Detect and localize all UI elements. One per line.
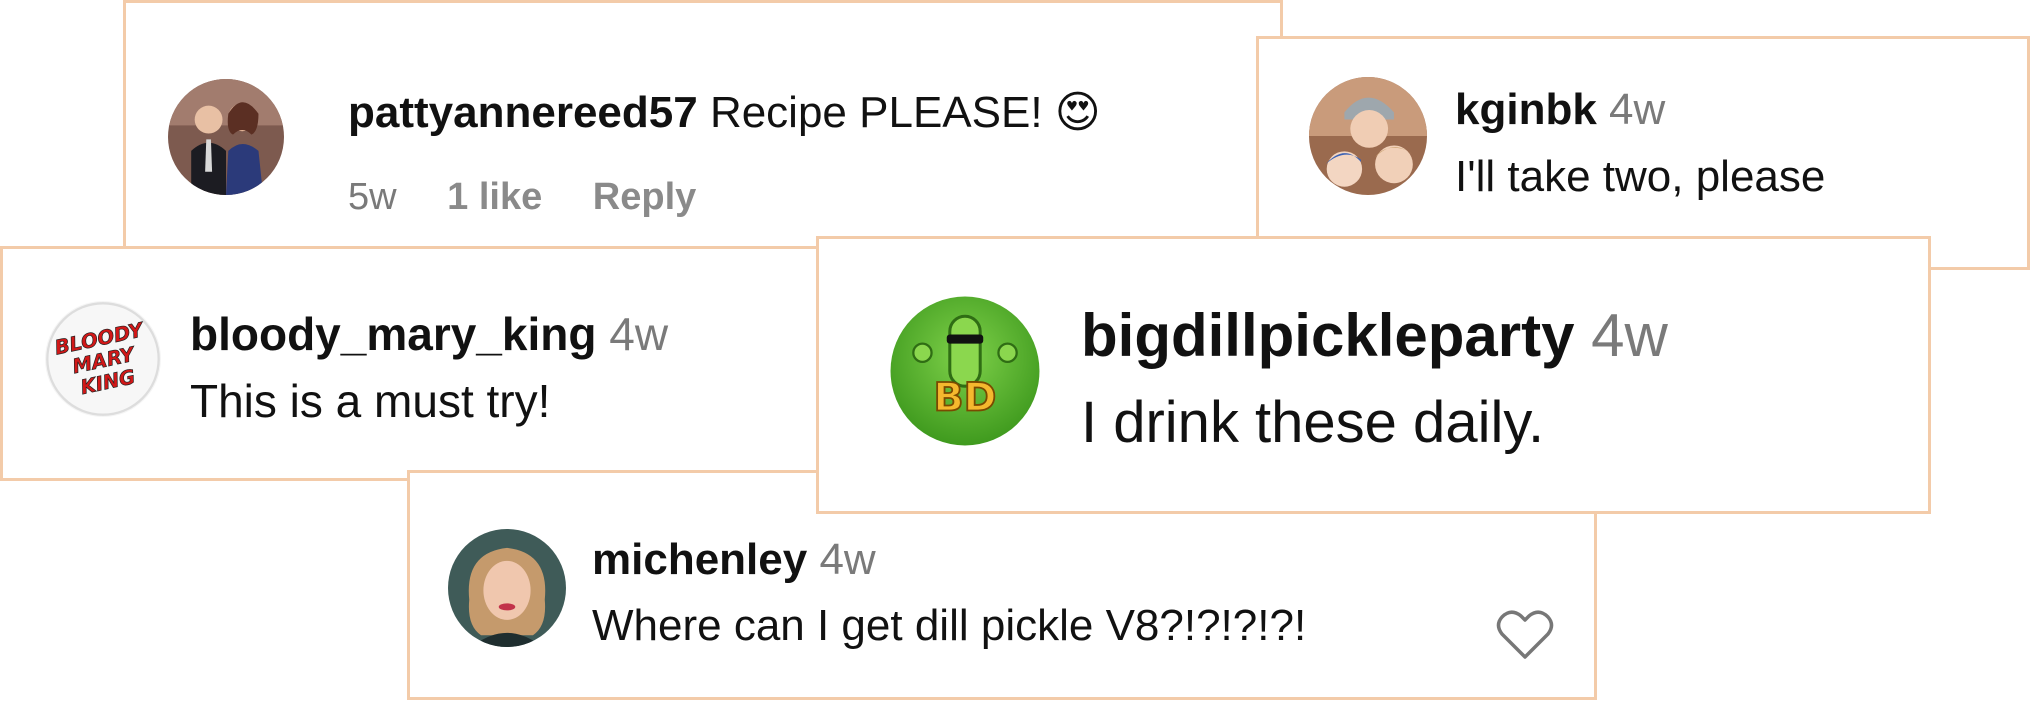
couple-photo-icon — [168, 79, 284, 195]
comment-header: michenley 4w — [592, 535, 876, 585]
heart-outline-icon[interactable] — [1496, 609, 1554, 661]
comment-line: pattyannereed57 Recipe PLEASE! 😍 — [348, 87, 1101, 138]
username[interactable]: kginbk — [1455, 85, 1597, 134]
username[interactable]: bloody_mary_king — [190, 308, 596, 360]
comment-card-kginbk: kginbk 4w I'll take two, please — [1256, 36, 2030, 270]
username[interactable]: bigdillpickleparty — [1081, 302, 1574, 369]
bloody-mary-king-logo-icon: BLOODY MARY KING — [46, 302, 160, 416]
username[interactable]: michenley — [592, 535, 807, 584]
comment-card-bloody-mary-king: BLOODY MARY KING bloody_mary_king 4w Thi… — [0, 246, 844, 481]
avatar-michenley[interactable] — [448, 529, 566, 647]
comment-card-pattyannereed57: pattyannereed57 Recipe PLEASE! 😍 5w 1 li… — [123, 0, 1283, 253]
comment-text: Where can I get dill pickle V8?!?!?!?! — [592, 601, 1307, 650]
comment-meta: 5w 1 like Reply — [348, 176, 696, 219]
comment-text: I'll take two, please — [1455, 152, 1826, 201]
comment-header: kginbk 4w — [1455, 85, 1665, 135]
comment-header: bigdillpickleparty 4w — [1081, 301, 1668, 370]
timestamp: 5w — [348, 176, 397, 218]
comment-text: Recipe PLEASE! — [709, 88, 1043, 137]
comment-text: I drink these daily. — [1081, 390, 1545, 455]
woman-portrait-icon — [448, 529, 566, 647]
timestamp: 4w — [1591, 302, 1668, 369]
comment-header: bloody_mary_king 4w — [190, 307, 668, 361]
avatar-bigdillpickleparty[interactable]: BD — [889, 295, 1041, 447]
comment-text: This is a must try! — [190, 375, 551, 427]
timestamp: 4w — [819, 535, 876, 584]
likes-count[interactable]: 1 like — [447, 176, 542, 218]
avatar-pattyannereed57[interactable] — [168, 79, 284, 195]
username[interactable]: pattyannereed57 — [348, 88, 698, 137]
avatar-bloody-mary-king[interactable]: BLOODY MARY KING — [45, 301, 161, 417]
timestamp: 4w — [609, 308, 669, 360]
svg-text:BD: BD — [934, 375, 997, 421]
timestamp: 4w — [1609, 85, 1666, 134]
comment-card-bigdillpickleparty: BD bigdillpickleparty 4w I drink these d… — [816, 236, 1931, 514]
family-photo-icon — [1309, 77, 1427, 195]
heart-eyes-emoji-icon: 😍 — [1054, 88, 1101, 137]
avatar-kginbk[interactable] — [1309, 77, 1427, 195]
reply-button[interactable]: Reply — [593, 176, 696, 218]
pickle-mascot-logo-icon: BD — [890, 296, 1040, 446]
